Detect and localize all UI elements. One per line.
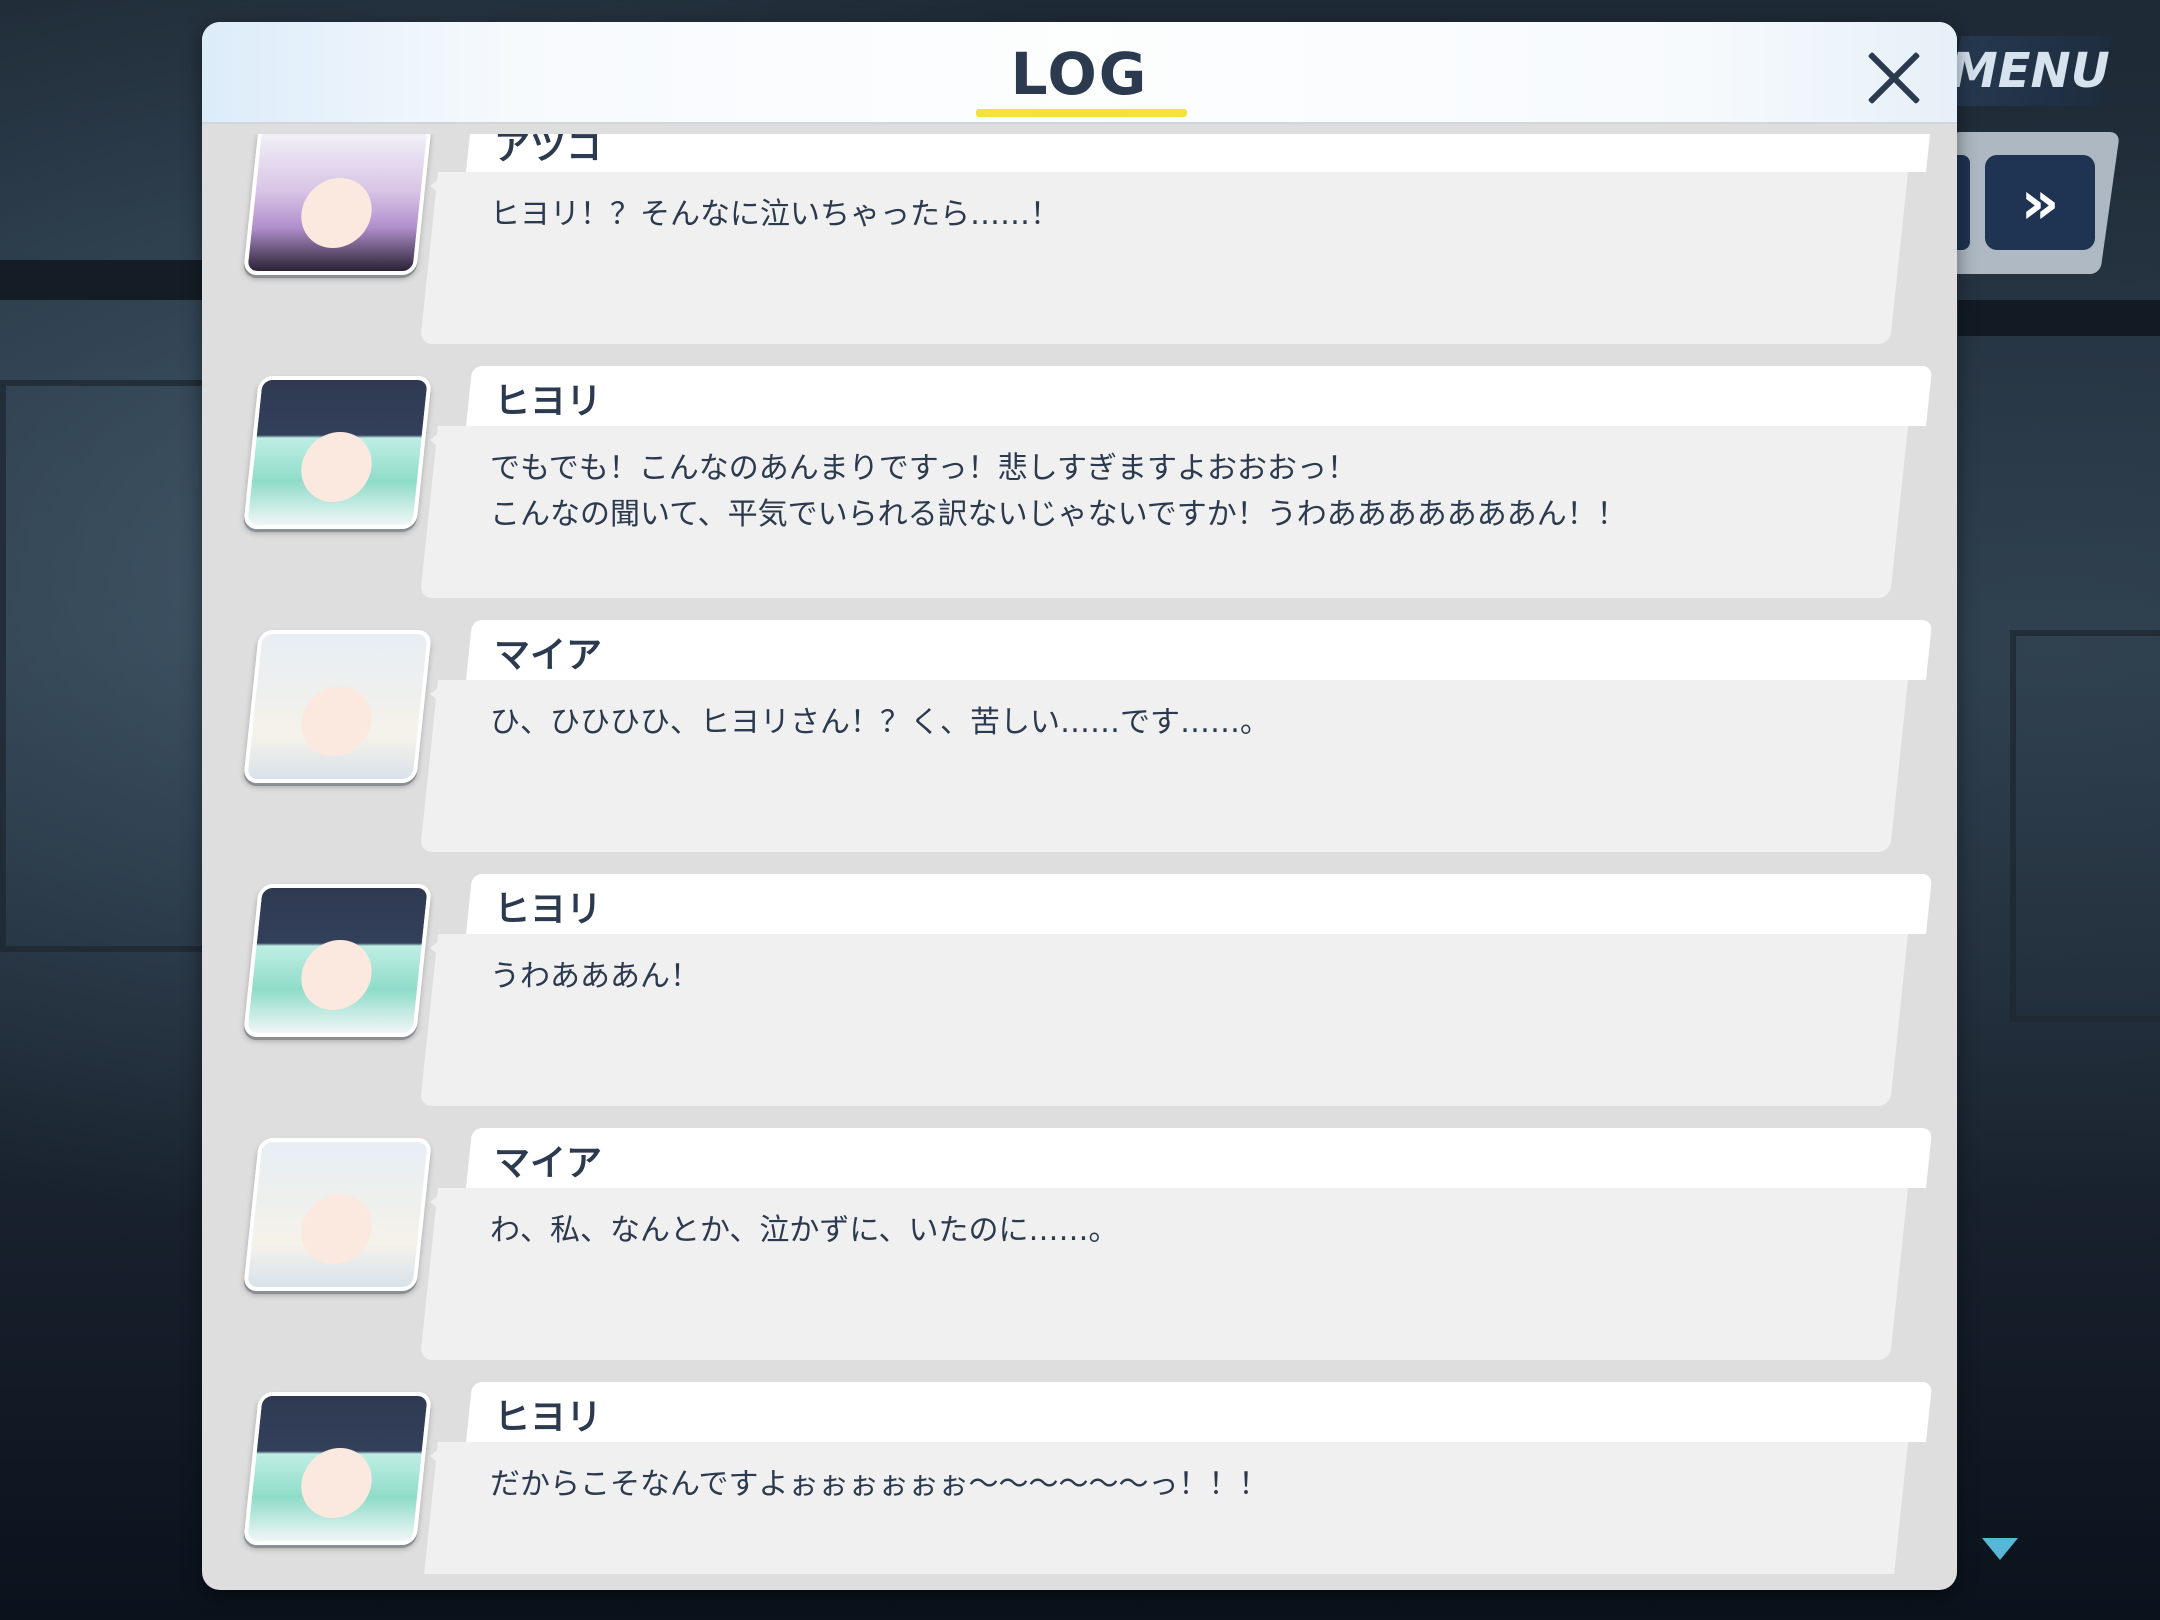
avatar-face <box>297 1194 376 1264</box>
speaker-name-bar <box>466 134 1933 172</box>
speaker-name-bar <box>466 1128 1933 1188</box>
background-board <box>2010 630 2160 1022</box>
scroll-down-icon[interactable] <box>1982 1538 2018 1560</box>
message-text: わ、私、なんとか、泣かずに、いたのに……。 <box>490 1213 1119 1248</box>
speaker-name: アツコ <box>494 134 603 168</box>
log-entry: ヒヨリ うわあああん！ <box>216 874 1943 1109</box>
speaker-name: マイア <box>494 635 603 676</box>
log-list[interactable]: アツコ ヒヨリ！？そんなに泣いちゃったら……！ ヒヨリ でもでも！こんなのあんま… <box>216 134 1943 1574</box>
log-header: LOG <box>202 22 1957 124</box>
speaker-name: ヒヨリ <box>494 1397 603 1438</box>
log-entry: ヒヨリ でもでも！こんなのあんまりですっ！悲しすぎますよおおおっ！ こんなの聞い… <box>216 366 1943 601</box>
speaker-name: ヒヨリ <box>494 889 603 930</box>
bubble-tail <box>430 1442 448 1470</box>
avatar-hiyori <box>242 1392 433 1545</box>
avatar-atsuko <box>242 134 433 275</box>
bubble-tail <box>430 1188 448 1216</box>
log-entry: ヒヨリ だからこそなんですよぉぉぉぉぉぉ〜〜〜〜〜〜っ！！！ <box>216 1382 1943 1574</box>
bubble-tail <box>430 934 448 962</box>
log-entry: マイア ひ、ひひひひ、ヒヨリさん！？く、苦しい……です……。 <box>216 620 1943 855</box>
speaker-name: ヒヨリ <box>494 381 603 422</box>
message-text: うわあああん！ <box>490 959 700 994</box>
message-text: ひ、ひひひひ、ヒヨリさん！？く、苦しい……です……。 <box>490 705 1270 740</box>
log-title: LOG <box>1010 40 1149 108</box>
bubble-tail <box>430 172 448 200</box>
speaker-name: マイア <box>494 1143 603 1184</box>
avatar-hiyori <box>242 884 433 1037</box>
fast-forward-icon: » <box>2020 167 2060 238</box>
log-panel: LOG アツコ ヒヨリ！？そんなに泣いちゃったら……！ ヒヨリ でもでも！こんな… <box>202 22 1957 1590</box>
background-beam <box>0 260 210 300</box>
speaker-name-bar <box>466 874 1933 934</box>
fast-forward-button[interactable]: » <box>1985 155 2095 250</box>
close-icon[interactable] <box>1860 44 1928 112</box>
avatar-face <box>297 940 376 1010</box>
avatar-maia <box>242 630 433 783</box>
avatar-face <box>297 1448 376 1518</box>
menu-button[interactable]: MENU <box>1948 36 2112 106</box>
message-text: だからこそなんですよぉぉぉぉぉぉ〜〜〜〜〜〜っ！！！ <box>490 1467 1269 1502</box>
title-underline <box>976 109 1187 117</box>
avatar-maia <box>242 1138 433 1291</box>
log-entry: アツコ ヒヨリ！？そんなに泣いちゃったら……！ <box>216 134 1943 347</box>
speaker-name-bar <box>466 366 1933 426</box>
speaker-name-bar <box>466 1382 1933 1442</box>
avatar-face <box>297 432 376 502</box>
message-text: ヒヨリ！？そんなに泣いちゃったら……！ <box>490 197 1060 232</box>
avatar-hiyori <box>242 376 433 529</box>
log-entry: マイア わ、私、なんとか、泣かずに、いたのに……。 <box>216 1128 1943 1363</box>
avatar-face <box>297 178 376 248</box>
bubble-tail <box>430 680 448 708</box>
message-text: でもでも！こんなのあんまりですっ！悲しすぎますよおおおっ！ こんなの聞いて、平気… <box>490 451 1627 532</box>
speaker-name-bar <box>466 620 1933 680</box>
avatar-face <box>297 686 376 756</box>
background-beam <box>1958 300 2160 336</box>
bubble-tail <box>430 426 448 454</box>
